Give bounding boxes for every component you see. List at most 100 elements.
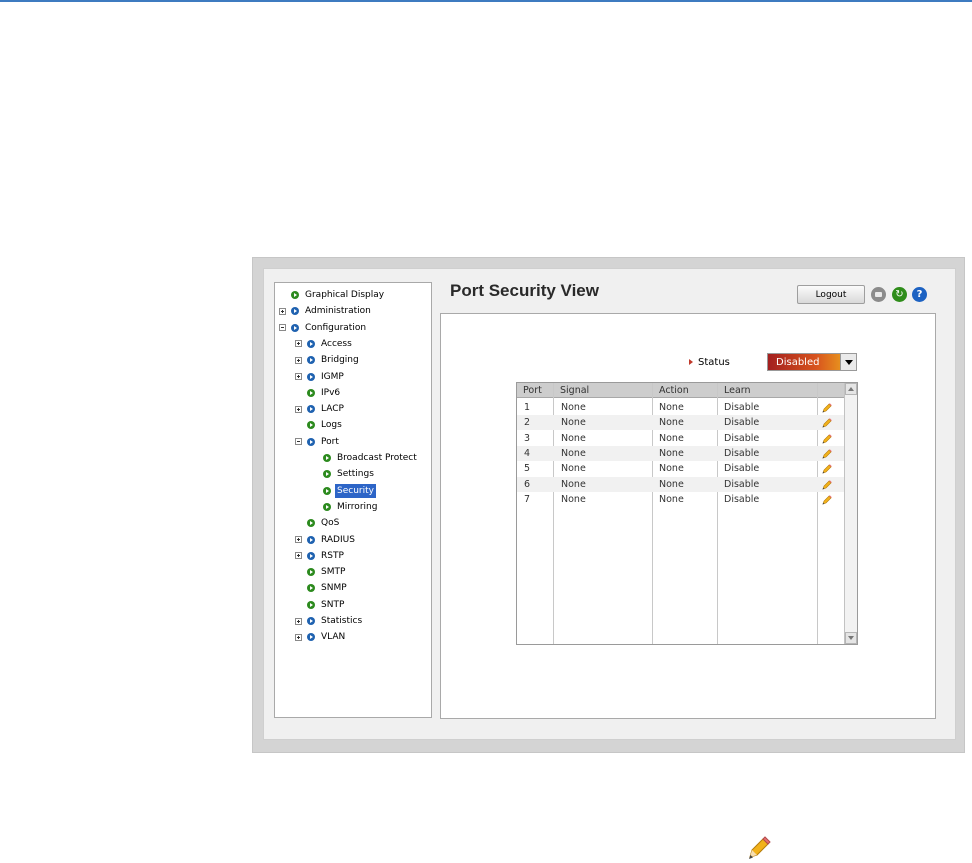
tree-node-icon [307, 372, 315, 381]
table-scrollbar[interactable] [844, 383, 857, 644]
table-cell-learn: Disable [724, 478, 760, 490]
status-select[interactable]: Disabled [767, 353, 857, 371]
tree-item-broadcast-protect[interactable]: Broadcast Protect [311, 451, 419, 465]
expand-icon[interactable] [295, 633, 302, 641]
collapse-icon[interactable] [295, 438, 302, 446]
refresh-icon[interactable]: ↻ [892, 287, 907, 302]
tree-node-icon [307, 339, 315, 348]
tree-item-igmp[interactable]: IGMP [295, 370, 346, 384]
port-security-table: Port Signal Action Learn 1 None None Disabl… [516, 382, 858, 645]
tree-item-label: RSTP [321, 550, 344, 561]
table-cell-learn: Disable [724, 447, 760, 459]
tree-item-configuration[interactable]: Configuration [279, 321, 368, 335]
table-row[interactable]: 7 None None Disable [517, 492, 845, 507]
edit-pencil-icon[interactable] [822, 449, 832, 459]
tree-item-administration[interactable]: Administration [279, 304, 373, 318]
column-header-action[interactable]: Action [653, 383, 718, 398]
tree-item-snmp[interactable]: SNMP [295, 581, 349, 595]
expand-icon[interactable] [295, 356, 302, 364]
tree-node-icon [323, 454, 331, 462]
table-row[interactable]: 2 None None Disable [517, 415, 845, 431]
table-cell-learn: Disable [724, 432, 760, 444]
print-icon[interactable] [871, 287, 886, 302]
scroll-down-icon[interactable] [845, 632, 857, 644]
table-row[interactable]: 5 None None Disable [517, 461, 845, 476]
tree-item-access[interactable]: Access [295, 337, 354, 351]
table-row[interactable]: 6 None None Disable [517, 476, 845, 492]
edit-pencil-icon[interactable] [822, 464, 832, 474]
tree-item-logs[interactable]: Logs [295, 418, 344, 432]
tree-item-security[interactable]: Security [311, 483, 376, 498]
table-cell-learn: Disable [724, 463, 760, 475]
tree-item-label: Port [321, 436, 339, 447]
tree-node-icon [307, 421, 315, 430]
table-cell-signal: None [561, 493, 586, 505]
tree-item-radius[interactable]: RADIUS [295, 533, 357, 547]
expand-icon[interactable] [295, 373, 302, 380]
table-cell-action: None [659, 432, 684, 444]
tree-item-label: SNMP [321, 583, 347, 594]
tree-item-statistics[interactable]: Statistics [295, 614, 364, 628]
expand-icon[interactable] [295, 536, 302, 543]
expand-icon[interactable] [295, 340, 302, 348]
tree-item-bridging[interactable]: Bridging [295, 353, 361, 367]
tree-item-label: QoS [321, 518, 340, 529]
tree-item-smtp[interactable]: SMTP [295, 565, 347, 579]
tree-item-mirroring[interactable]: Mirroring [311, 500, 379, 514]
tree-node-icon [307, 535, 315, 544]
tree-item-port[interactable]: Port [295, 435, 341, 449]
page-title: Port Security View [450, 281, 599, 300]
table-cell-learn: Disable [724, 402, 760, 413]
column-header-signal[interactable]: Signal [554, 383, 653, 398]
tree-node-icon [307, 388, 315, 397]
table-cell-port: 4 [524, 447, 531, 459]
tree-item-label: Configuration [305, 322, 367, 333]
tree-node-icon [307, 551, 315, 560]
tree-item-label: Bridging [321, 355, 359, 366]
tree-item-label: Mirroring [337, 501, 378, 512]
tree-item-label: SNTP [321, 599, 345, 610]
tree-item-vlan[interactable]: VLAN [295, 630, 347, 644]
expand-icon[interactable] [295, 405, 302, 413]
tree-item-qos[interactable]: QoS [295, 516, 341, 530]
tree-item-lacp[interactable]: LACP [295, 402, 346, 416]
tree-node-icon [307, 568, 315, 577]
expand-icon[interactable] [295, 617, 302, 625]
table-row[interactable]: 3 None None Disable [517, 431, 845, 446]
table-cell-learn: Disable [724, 493, 760, 505]
chevron-down-icon[interactable] [840, 354, 856, 370]
tree-item-sntp[interactable]: SNTP [295, 598, 346, 612]
table-cell-port: 6 [524, 478, 531, 490]
edit-pencil-icon [749, 836, 771, 859]
edit-pencil-icon[interactable] [822, 494, 832, 505]
tree-item-ipv6[interactable]: IPv6 [295, 386, 342, 400]
table-cell-action: None [659, 463, 684, 475]
tree-item-graphical-display[interactable]: Graphical Display [279, 288, 386, 302]
table-row[interactable]: 4 None None Disable [517, 445, 845, 461]
edit-pencil-icon[interactable] [822, 403, 832, 413]
edit-pencil-icon[interactable] [822, 479, 832, 490]
tree-item-label: RADIUS [321, 534, 355, 545]
table-cell-signal: None [561, 478, 586, 490]
edit-pencil-icon[interactable] [822, 418, 832, 428]
tree-item-rstp[interactable]: RSTP [295, 549, 346, 563]
table-cell-action: None [659, 478, 684, 490]
edit-pencil-icon[interactable] [822, 433, 832, 444]
tree-node-icon [323, 470, 331, 479]
table-cell-signal: None [561, 402, 586, 413]
table-cell-action: None [659, 402, 684, 413]
table-row[interactable]: 1 None None Disable [517, 400, 845, 415]
tree-node-icon [307, 600, 315, 609]
expand-icon[interactable] [279, 307, 286, 315]
logout-button[interactable]: Logout [797, 285, 865, 304]
scroll-up-icon[interactable] [845, 383, 857, 395]
table-cell-port: 5 [524, 463, 531, 475]
tree-node-icon [291, 323, 299, 332]
tree-item-settings[interactable]: Settings [311, 467, 376, 481]
help-icon[interactable]: ? [912, 287, 927, 302]
table-cell-signal: None [561, 447, 586, 459]
column-header-port[interactable]: Port [517, 383, 554, 398]
column-header-learn[interactable]: Learn [718, 383, 818, 398]
expand-icon[interactable] [295, 552, 302, 560]
collapse-icon[interactable] [279, 324, 286, 332]
